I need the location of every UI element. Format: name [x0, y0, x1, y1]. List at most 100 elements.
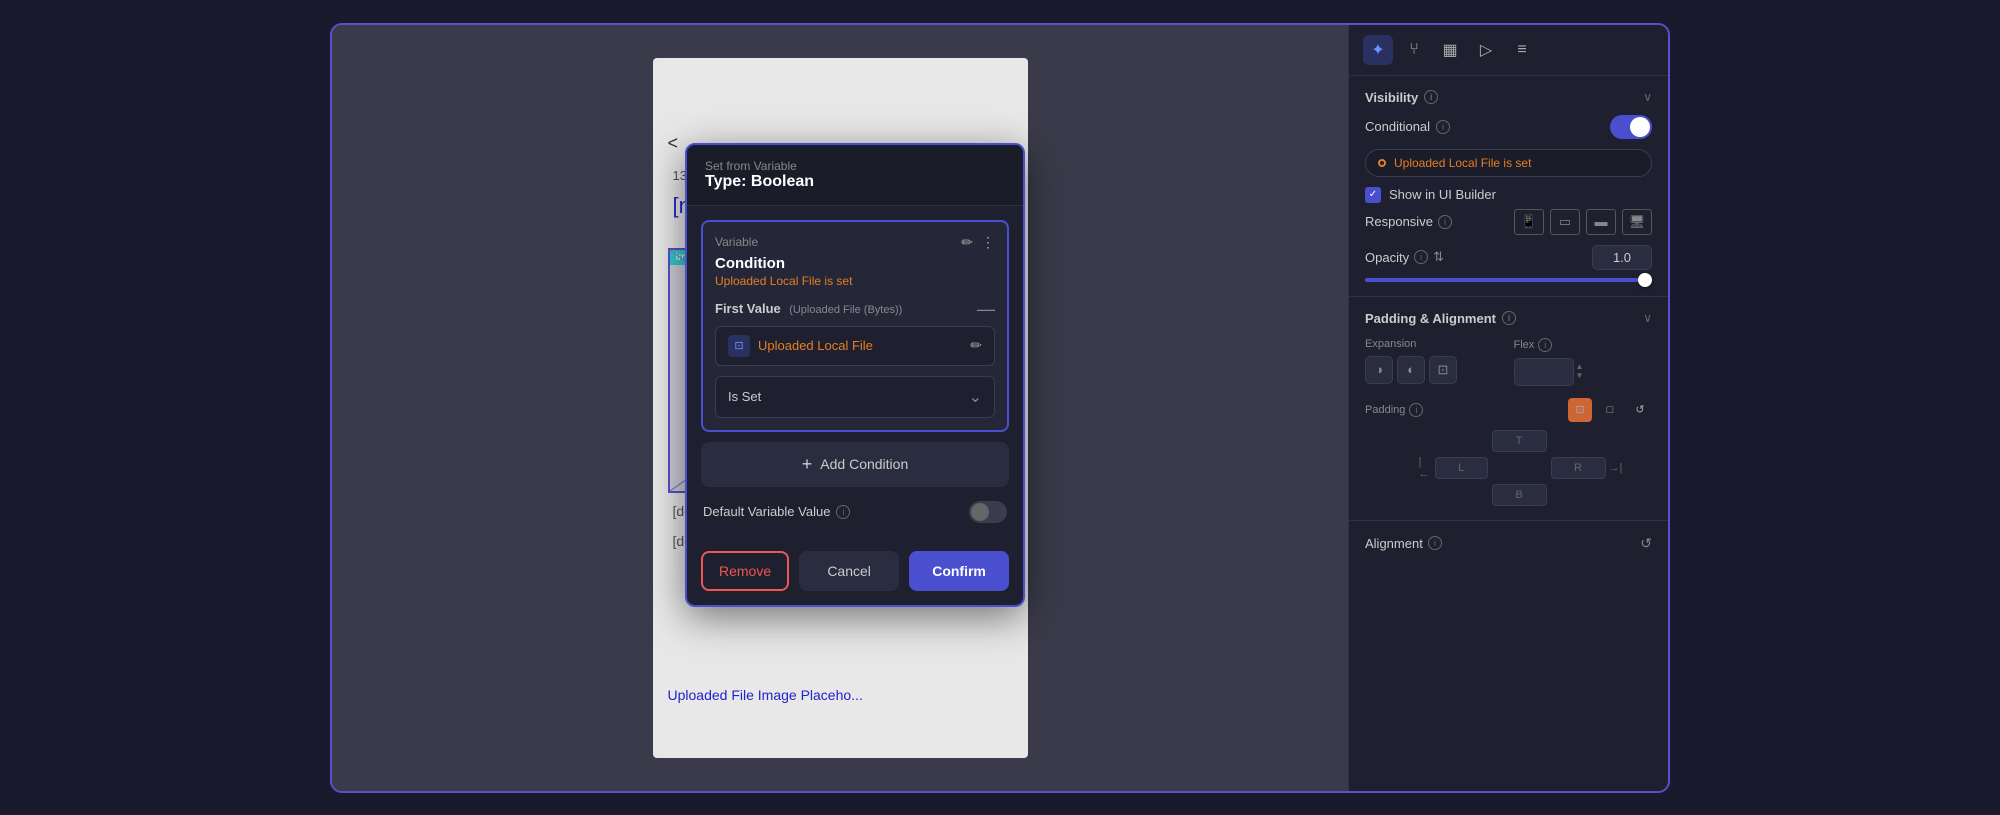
- padding-left-group: |← L: [1419, 456, 1488, 480]
- opacity-adjust-icon[interactable]: ⇅: [1433, 249, 1444, 265]
- cancel-btn[interactable]: Cancel: [799, 551, 899, 591]
- expansion-shrink-btn[interactable]: ⊡: [1429, 356, 1457, 384]
- default-variable-info-icon: i: [836, 505, 850, 519]
- opacity-slider[interactable]: [1365, 278, 1652, 282]
- padding-left-input[interactable]: L: [1435, 457, 1488, 479]
- visibility-section-header: Visibility i ∨: [1365, 90, 1652, 105]
- variable-label: Variable: [715, 235, 758, 249]
- alignment-label: Alignment i: [1365, 536, 1442, 551]
- padding-label-row: Padding i ⊡ □ ↺: [1365, 398, 1652, 422]
- more-condition-btn[interactable]: ⋮: [981, 234, 995, 251]
- padding-right-input[interactable]: R: [1551, 457, 1606, 479]
- padding-chevron-icon[interactable]: ∨: [1643, 311, 1652, 325]
- padding-left-arrow-icon: |←: [1419, 456, 1432, 480]
- alignment-row: Alignment i ↺: [1365, 535, 1652, 552]
- flex-up-arrow[interactable]: ▲: [1576, 363, 1584, 371]
- default-variable-label: Default Variable Value i: [703, 504, 850, 519]
- add-condition-plus-icon: +: [802, 454, 813, 475]
- padding-grid: T |← L R →| B: [1419, 430, 1599, 506]
- variable-chip[interactable]: ⊡ Uploaded Local File ✏: [715, 326, 995, 366]
- responsive-label-text: Responsive: [1365, 214, 1433, 229]
- expansion-group: Expansion ◑ ◐ ⊡: [1365, 338, 1504, 386]
- modal-overlay: Set from Variable Type: Boolean Variable…: [682, 103, 1028, 771]
- show-ui-checkbox[interactable]: ✓: [1365, 187, 1381, 203]
- opacity-slider-thumb[interactable]: [1638, 273, 1652, 287]
- first-value-sub: (Uploaded File (Bytes)): [789, 304, 902, 316]
- rtoolbar-more-icon[interactable]: ≡: [1507, 35, 1537, 65]
- default-variable-row: Default Variable Value i: [701, 501, 1009, 523]
- variable-chip-edit-btn[interactable]: ✏: [970, 337, 982, 354]
- responsive-info-icon: i: [1438, 215, 1452, 229]
- tablet-portrait-icon[interactable]: ▭: [1550, 209, 1580, 235]
- condition-pill[interactable]: Uploaded Local File is set: [1365, 149, 1652, 177]
- visibility-chevron-icon[interactable]: ∨: [1643, 90, 1652, 104]
- rtoolbar-interaction-icon[interactable]: ⑂: [1399, 35, 1429, 65]
- modal-header-title: Type: Boolean: [705, 173, 1005, 191]
- conditional-info-icon: i: [1436, 120, 1450, 134]
- condition-pill-text: Uploaded Local File is set: [1394, 156, 1531, 170]
- opacity-label-text: Opacity: [1365, 250, 1409, 265]
- alignment-label-text: Alignment: [1365, 536, 1423, 551]
- flex-input[interactable]: [1514, 358, 1574, 386]
- variable-label-text: Variable: [715, 235, 758, 249]
- condition-name-text: Condition: [715, 255, 995, 272]
- show-ui-row: ✓ Show in UI Builder: [1365, 187, 1652, 203]
- visibility-section: Visibility i ∨ Conditional i Uploaded Lo…: [1349, 76, 1668, 297]
- padding-reset-icon[interactable]: ↺: [1628, 398, 1652, 422]
- opacity-value[interactable]: 1.0: [1592, 245, 1652, 270]
- variable-chip-text: Uploaded Local File: [758, 338, 873, 353]
- rtoolbar-preview-icon[interactable]: ▷: [1471, 35, 1501, 65]
- variable-chip-left: ⊡ Uploaded Local File: [728, 335, 873, 357]
- edit-condition-btn[interactable]: ✏: [961, 234, 973, 251]
- expansion-grow-btn[interactable]: ◐: [1397, 356, 1425, 384]
- expansion-label: Expansion: [1365, 338, 1504, 350]
- alignment-section: Alignment i ↺: [1349, 521, 1668, 574]
- flex-label: Flex i: [1514, 338, 1653, 352]
- add-condition-btn[interactable]: + Add Condition: [701, 442, 1009, 487]
- tablet-landscape-icon[interactable]: ▬: [1586, 209, 1616, 235]
- mobile-icon[interactable]: 📱: [1514, 209, 1544, 235]
- conditional-label-text: Conditional: [1365, 119, 1430, 134]
- opacity-label: Opacity i ⇅: [1365, 249, 1444, 265]
- responsive-label: Responsive i: [1365, 214, 1452, 229]
- is-set-row[interactable]: Is Set ⌄: [715, 376, 995, 418]
- opacity-row: Opacity i ⇅ 1.0: [1365, 245, 1652, 270]
- conditional-toggle[interactable]: [1610, 115, 1652, 139]
- padding-bottom-input[interactable]: B: [1492, 484, 1547, 506]
- default-variable-toggle[interactable]: [969, 501, 1007, 523]
- expansion-flex-row: Expansion ◑ ◐ ⊡ Flex i: [1365, 338, 1652, 386]
- desktop-icon[interactable]: 🖥: [1622, 209, 1652, 235]
- back-arrow-btn[interactable]: <: [668, 133, 679, 154]
- padding-top-input[interactable]: T: [1492, 430, 1547, 452]
- right-panel: ✦ ⑂ ▦ ▷ ≡ Visibility i ∨ Conditional i: [1348, 25, 1668, 791]
- flex-arrows: ▲ ▼: [1576, 363, 1584, 380]
- remove-first-value-btn[interactable]: —: [977, 300, 995, 318]
- visibility-label: Visibility: [1365, 90, 1418, 105]
- padding-linked-icon[interactable]: ⊡: [1568, 398, 1592, 422]
- first-value-label: First Value: [715, 301, 781, 316]
- padding-section-header: Padding & Alignment i ∨: [1365, 311, 1652, 326]
- padding-section-title: Padding & Alignment i: [1365, 311, 1516, 326]
- rtoolbar-layout-icon[interactable]: ▦: [1435, 35, 1465, 65]
- flex-info-icon: i: [1538, 338, 1552, 352]
- flex-down-arrow[interactable]: ▼: [1576, 372, 1584, 380]
- padding-sub-info-icon: i: [1409, 403, 1423, 417]
- remove-btn[interactable]: Remove: [701, 551, 789, 591]
- alignment-info-icon: i: [1428, 536, 1442, 550]
- condition-pill-dot: [1378, 159, 1386, 167]
- conditional-label: Conditional i: [1365, 119, 1450, 134]
- visibility-section-title: Visibility i: [1365, 90, 1438, 105]
- alignment-reset-icon[interactable]: ↺: [1640, 535, 1652, 552]
- show-ui-label: Show in UI Builder: [1389, 187, 1496, 202]
- condition-header: Variable ✏ ⋮: [715, 234, 995, 251]
- rtoolbar-style-icon[interactable]: ✦: [1363, 35, 1393, 65]
- confirm-btn[interactable]: Confirm: [909, 551, 1009, 591]
- padding-unlinked-icon[interactable]: □: [1598, 398, 1622, 422]
- expansion-fixed-btn[interactable]: ◑: [1365, 356, 1393, 384]
- first-value-label-group: First Value (Uploaded File (Bytes)): [715, 300, 902, 318]
- opacity-slider-fill: [1365, 278, 1652, 282]
- modal-dialog: Set from Variable Type: Boolean Variable…: [685, 143, 1025, 607]
- condition-section: Variable ✏ ⋮ Condition Uploaded Local Fi…: [701, 220, 1009, 432]
- modal-header: Set from Variable Type: Boolean: [687, 145, 1023, 206]
- modal-footer: Remove Cancel Confirm: [687, 551, 1023, 605]
